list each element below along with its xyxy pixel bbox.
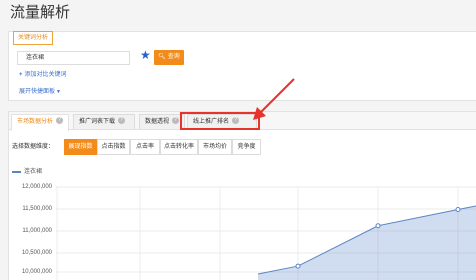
y-tick-label: 11,500,000 <box>22 206 52 212</box>
tab-label: 数据透视 <box>145 119 170 125</box>
dimension-impressions[interactable]: 展现指数 <box>64 139 97 155</box>
page-title: 流量解析 <box>10 4 71 21</box>
y-tick-label: 10,500,000 <box>21 250 52 256</box>
legend-swatch <box>12 171 21 173</box>
tab-data-pivot[interactable]: 数据透视? <box>139 114 185 129</box>
dimension-ctr[interactable]: 点击率 <box>130 139 160 155</box>
tab-promotion-keywords-download[interactable]: 推广词表下载? <box>73 114 135 129</box>
dimension-competition[interactable]: 竞争度 <box>232 139 261 155</box>
triangle-down-icon: ▼ <box>56 89 61 95</box>
tab-label: 市场数据分析 <box>17 119 54 125</box>
y-tick-label: 12,000,000 <box>21 184 52 190</box>
plus-icon: + <box>19 72 23 78</box>
legend-label: 连衣裙 <box>24 169 43 175</box>
help-icon: ? <box>56 116 64 124</box>
expand-quick-panel-label: 展开快捷面板 <box>19 89 56 95</box>
dimension-label: 选择数据维度： <box>12 144 55 150</box>
market-data-panel: 市场数据分析? 推广词表下载? 数据透视? 线上推广排名? <box>8 111 476 280</box>
add-compare-keyword-label: 添加对比关键词 <box>24 72 67 78</box>
annotation-arrow <box>253 78 295 120</box>
keyword-input[interactable]: 连衣裙 <box>17 51 130 65</box>
y-tick-label: 10,000,000 <box>21 269 52 275</box>
help-icon: ? <box>118 116 126 124</box>
dimension-conversion-rate[interactable]: 点击转化率 <box>160 139 198 155</box>
search-button[interactable]: 🔍︎ 查询 <box>154 50 184 65</box>
keyword-panel: 关键词分析 连衣裙 ★ 🔍︎ 查询 + 添加对比关键词 展开快捷面板▼ <box>8 31 476 101</box>
search-icon: 🔍︎ <box>158 54 166 60</box>
tab-market-data-analysis[interactable]: 市场数据分析? <box>11 114 69 131</box>
keyword-analysis-tab[interactable]: 关键词分析 <box>13 31 54 45</box>
help-icon: ? <box>172 116 180 124</box>
search-button-label: 查询 <box>167 54 180 60</box>
highlight-box <box>180 112 260 130</box>
dimension-avg-price[interactable]: 市场均价 <box>198 139 232 155</box>
dimension-clicks[interactable]: 点击指数 <box>97 139 130 155</box>
star-icon[interactable]: ★ <box>140 49 152 61</box>
expand-quick-panel-link[interactable]: 展开快捷面板▼ <box>19 87 61 97</box>
y-tick-label: 11,000,000 <box>22 228 52 234</box>
add-compare-keyword-link[interactable]: + 添加对比关键词 <box>19 70 67 80</box>
tab-label: 推广词表下载 <box>79 119 116 125</box>
